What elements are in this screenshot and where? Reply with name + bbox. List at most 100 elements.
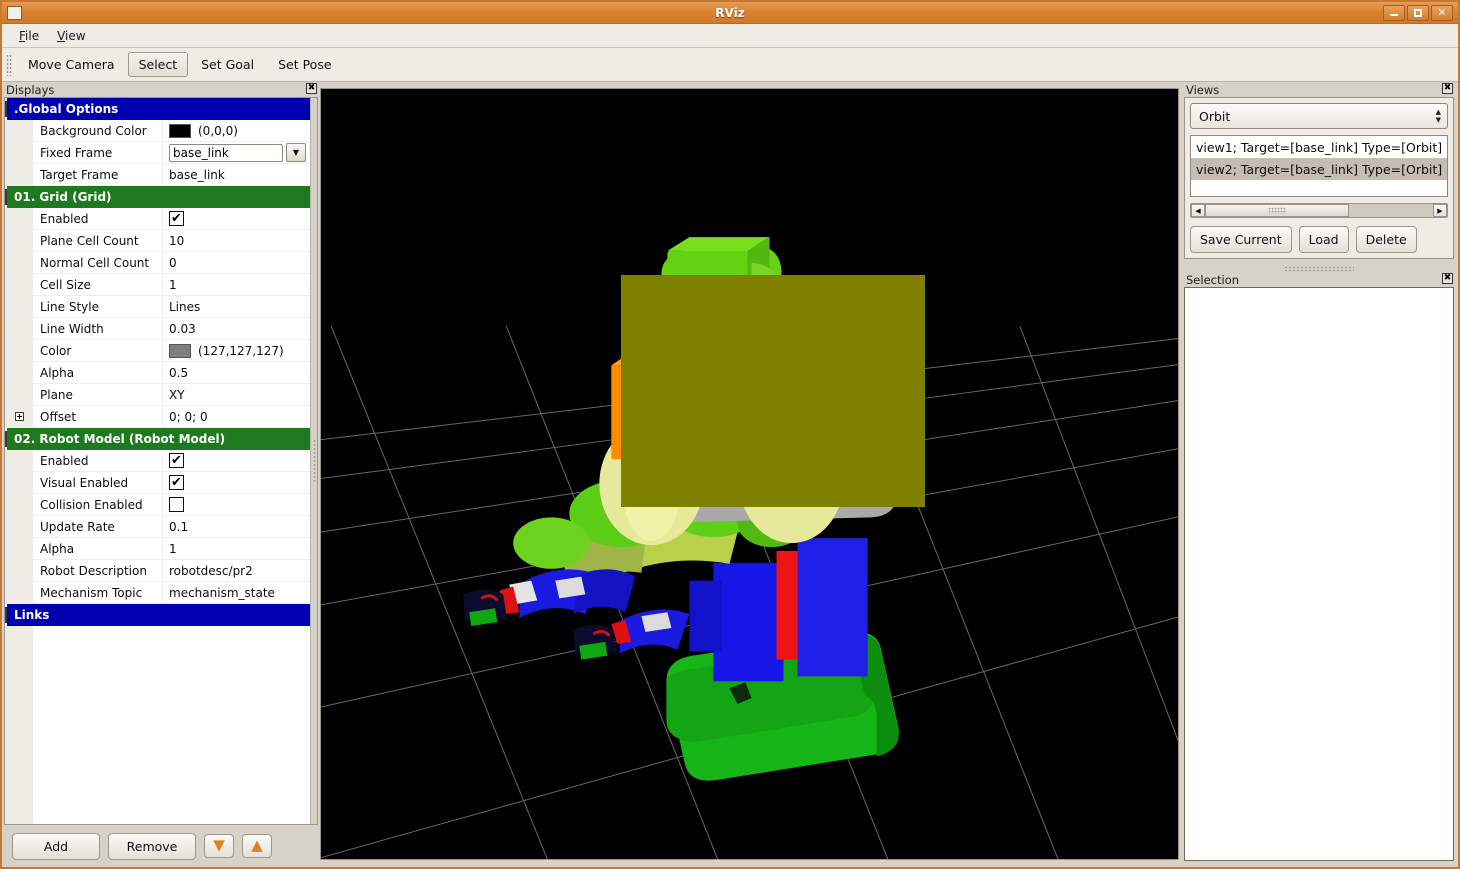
row-robot-alpha[interactable]: Alpha 1 (5, 538, 310, 560)
view-mode-value: Orbit (1199, 109, 1230, 124)
toolbar-grip[interactable] (6, 54, 12, 76)
selection-content-area[interactable] (1184, 287, 1454, 861)
row-grid-alpha[interactable]: Alpha 0.5 (5, 362, 310, 384)
menu-view[interactable]: View (48, 27, 94, 45)
expander-grid[interactable] (5, 190, 7, 204)
remove-display-button[interactable]: Remove (108, 833, 196, 860)
row-plane[interactable]: Plane XY (5, 384, 310, 406)
row-offset-value: 0; 0; 0 (163, 406, 310, 427)
move-down-button[interactable]: ▼ (204, 834, 234, 858)
displays-button-bar: Add Remove ▼ ▲ (2, 825, 320, 867)
collision-enabled-checkbox[interactable] (169, 497, 184, 512)
row-gutter (5, 164, 33, 185)
main-body: Displays ✖ .Global Options Background Co… (2, 82, 1458, 867)
expander-robot-model[interactable] (5, 432, 7, 446)
delete-view-button[interactable]: Delete (1356, 226, 1417, 253)
section-grid[interactable]: 01. Grid (Grid) (5, 186, 310, 208)
row-fixed-frame[interactable]: Fixed Frame ▼ (5, 142, 310, 164)
selection-panel: Selection ✖ (1182, 259, 1456, 867)
move-up-button[interactable]: ▲ (242, 834, 272, 858)
row-gutter (5, 120, 33, 141)
row-visual-enabled-value-cell[interactable]: ✔ (163, 472, 310, 493)
window-icon (7, 6, 22, 20)
spinner-arrows-icon[interactable]: ▲ ▼ (1436, 104, 1441, 128)
row-line-width-value: 0.03 (163, 318, 310, 339)
fixed-frame-input[interactable] (169, 144, 283, 162)
saved-views-list[interactable]: view1; Target=[base_link] Type=[Orbit] (… (1190, 135, 1448, 197)
grid-enabled-checkbox[interactable]: ✔ (169, 211, 184, 226)
load-view-button[interactable]: Load (1299, 226, 1349, 253)
row-mechanism-topic[interactable]: Mechanism Topic mechanism_state (5, 582, 310, 604)
view-mode-combo[interactable]: Orbit ▲ ▼ (1190, 103, 1448, 129)
scrollbar-track[interactable] (1205, 204, 1433, 217)
window-title: RViz (2, 6, 1458, 20)
view-list-item-2[interactable]: view2; Target=[base_link] Type=[Orbit] ( (1191, 158, 1447, 180)
tool-move-camera[interactable]: Move Camera (17, 52, 126, 77)
add-display-button[interactable]: Add (12, 833, 100, 860)
row-line-style[interactable]: Line Style Lines (5, 296, 310, 318)
menu-file[interactable]: File (10, 27, 48, 45)
row-plane-name: Plane (33, 384, 163, 405)
save-current-view-button[interactable]: Save Current (1190, 226, 1292, 253)
row-robot-enabled-value-cell[interactable]: ✔ (163, 450, 310, 471)
row-collision-enabled-value-cell[interactable] (163, 494, 310, 515)
row-collision-enabled[interactable]: Collision Enabled (5, 494, 310, 516)
row-grid-color-value-cell[interactable]: (127,127,127) (163, 340, 310, 361)
row-robot-enabled[interactable]: Enabled ✔ (5, 450, 310, 472)
row-robot-description[interactable]: Robot Description robotdesc/pr2 (5, 560, 310, 582)
grid-color-swatch[interactable] (169, 344, 191, 358)
row-normal-cell-count[interactable]: Normal Cell Count 0 (5, 252, 310, 274)
selection-close-icon[interactable]: ✖ (1442, 273, 1453, 284)
render-viewport-3d[interactable] (320, 88, 1179, 860)
row-update-rate[interactable]: Update Rate 0.1 (5, 516, 310, 538)
property-tree[interactable]: .Global Options Background Color (0,0,0)… (5, 98, 310, 824)
expander-global-options[interactable] (5, 102, 7, 116)
row-background-color-value-cell[interactable]: (0,0,0) (163, 120, 310, 141)
row-grid-enabled-value-cell[interactable]: ✔ (163, 208, 310, 229)
spinner-up-icon[interactable]: ▲ (1436, 109, 1441, 116)
section-links[interactable]: Links (5, 604, 310, 626)
row-visual-enabled[interactable]: Visual Enabled ✔ (5, 472, 310, 494)
row-target-frame[interactable]: Target Frame base_link (5, 164, 310, 186)
row-grid-color[interactable]: Color (127,127,127) (5, 340, 310, 362)
minimize-button[interactable] (1383, 5, 1405, 21)
expander-offset[interactable] (5, 406, 33, 427)
views-horizontal-scrollbar[interactable]: ◀ ▶ (1190, 203, 1448, 218)
maximize-button[interactable] (1407, 5, 1429, 21)
row-mechanism-topic-name: Mechanism Topic (33, 582, 163, 603)
row-line-width[interactable]: Line Width 0.03 (5, 318, 310, 340)
row-robot-alpha-value: 1 (163, 538, 310, 559)
expander-links[interactable] (5, 608, 7, 622)
section-global-options[interactable]: .Global Options (5, 98, 310, 120)
row-fixed-frame-value-cell[interactable]: ▼ (163, 142, 310, 163)
chevron-down-icon[interactable]: ▼ (286, 143, 306, 162)
selection-overlay-rect (621, 275, 925, 507)
tool-set-pose[interactable]: Set Pose (267, 52, 342, 77)
row-gutter (5, 516, 33, 537)
section-robot-model[interactable]: 02. Robot Model (Robot Model) (5, 428, 310, 450)
views-close-icon[interactable]: ✖ (1442, 83, 1453, 94)
row-gutter (5, 494, 33, 515)
visual-enabled-checkbox[interactable]: ✔ (169, 475, 184, 490)
row-plane-cell-count[interactable]: Plane Cell Count 10 (5, 230, 310, 252)
displays-close-icon[interactable]: ✖ (306, 83, 317, 94)
row-fixed-frame-name: Fixed Frame (33, 142, 163, 163)
fixed-frame-combo[interactable]: ▼ (169, 143, 310, 162)
tool-set-goal[interactable]: Set Goal (190, 52, 265, 77)
robot-enabled-checkbox[interactable]: ✔ (169, 453, 184, 468)
background-color-swatch[interactable] (169, 124, 191, 138)
close-button[interactable]: ✕ (1431, 5, 1453, 21)
row-grid-enabled[interactable]: Enabled ✔ (5, 208, 310, 230)
scroll-left-icon[interactable]: ◀ (1191, 204, 1205, 217)
tool-bar: Move Camera Select Set Goal Set Pose (2, 48, 1458, 82)
spinner-down-icon[interactable]: ▼ (1436, 117, 1441, 124)
scrollbar-thumb[interactable] (1205, 204, 1349, 217)
view-list-item-1[interactable]: view1; Target=[base_link] Type=[Orbit] ( (1191, 136, 1447, 158)
displays-splitter[interactable] (310, 98, 317, 824)
row-offset[interactable]: Offset 0; 0; 0 (5, 406, 310, 428)
scroll-right-icon[interactable]: ▶ (1433, 204, 1447, 217)
row-background-color[interactable]: Background Color (0,0,0) (5, 120, 310, 142)
tool-select[interactable]: Select (128, 52, 189, 77)
row-cell-size[interactable]: Cell Size 1 (5, 274, 310, 296)
views-panel-title: Views (1186, 83, 1219, 97)
